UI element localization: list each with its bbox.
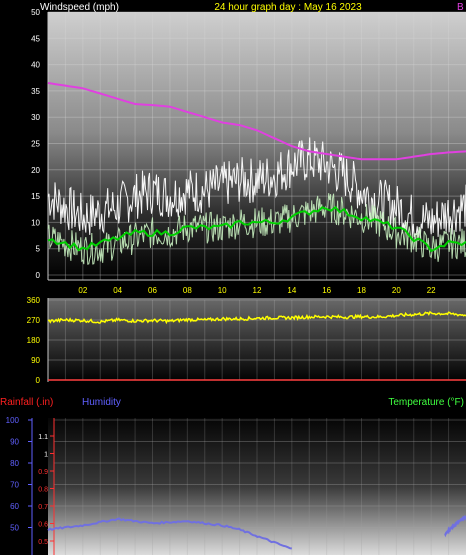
humidity-y-tick-label: 100 [6, 416, 20, 425]
x-tick-label: 22 [427, 286, 436, 295]
wind-y-tick-label: 0 [36, 271, 41, 280]
wind-y-tick-label: 30 [31, 113, 40, 122]
wind-y-tick-label: 5 [36, 245, 41, 254]
barometer-label: B [457, 2, 464, 13]
wind-y-tick-label: 35 [31, 87, 40, 96]
rain-y-tick-label: 0.8 [38, 487, 48, 494]
temperature-label: Temperature (°F) [388, 397, 464, 408]
wind-y-tick-label: 40 [31, 61, 40, 70]
wind-y-tick-label: 45 [31, 34, 40, 43]
direction-y-tick-label: 270 [27, 316, 41, 325]
x-tick-label: 06 [148, 286, 157, 295]
humidity-y-tick-label: 80 [10, 459, 19, 468]
x-tick-label: 08 [183, 286, 192, 295]
rainfall-label: Rainfall (.in) [0, 397, 53, 408]
x-tick-label: 14 [287, 286, 296, 295]
x-tick-label: 16 [322, 286, 331, 295]
wind-y-tick-label: 25 [31, 140, 40, 149]
x-tick-label: 20 [392, 286, 401, 295]
rain-y-tick-label: 1 [44, 452, 48, 459]
rain-y-tick-label: 1.1 [38, 434, 48, 441]
humidity-y-tick-label: 50 [10, 524, 19, 533]
x-tick-label: 10 [218, 286, 227, 295]
wind-y-tick-label: 20 [31, 166, 40, 175]
rain-y-tick-label: 0.7 [38, 504, 48, 511]
wind-y-tick-label: 15 [31, 192, 40, 201]
graph-date-title: 24 hour graph day : May 16 2023 [214, 2, 362, 13]
humidity-y-tick-label: 70 [10, 481, 19, 490]
weather-graph: 0510152025303540455002 04 06 08 10 12 14 16 18 20… [0, 2, 466, 555]
wind-y-tick-label: 10 [31, 218, 40, 227]
x-tick-label: 02 [78, 286, 87, 295]
rain-y-tick-label: 0.5 [38, 539, 48, 546]
humidity-y-tick-label: 60 [10, 502, 19, 511]
direction-y-tick-label: 360 [27, 296, 41, 305]
direction-y-tick-label: 0 [36, 376, 41, 385]
direction-y-tick-label: 180 [27, 336, 41, 345]
rain-y-tick-label: 0.9 [38, 469, 48, 476]
wind-panel-title: Windspeed (mph) [40, 2, 119, 13]
x-tick-label: 04 [113, 286, 122, 295]
rain-y-tick-label: 0.6 [38, 522, 48, 529]
x-tick-label: 18 [357, 286, 366, 295]
x-tick-label: 12 [253, 286, 262, 295]
humidity-y-tick-label: 90 [10, 438, 19, 447]
direction-y-tick-label: 90 [31, 356, 40, 365]
humidity-label: Humidity [82, 397, 121, 408]
